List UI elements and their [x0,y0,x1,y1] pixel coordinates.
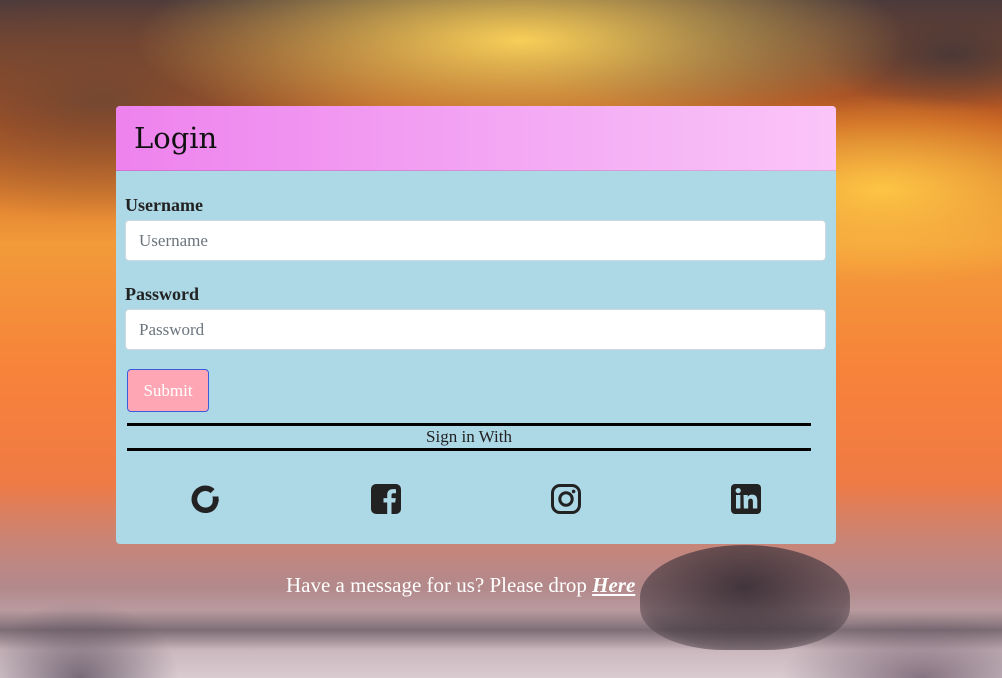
password-input[interactable] [125,309,826,350]
background-treeline [0,610,1002,650]
footer-text: Have a message for us? Please drop [286,573,593,597]
submit-button[interactable]: Submit [127,369,209,412]
social-login-row [125,451,827,521]
login-card: Login Username Password Submit Sign in W… [116,106,836,544]
contact-here-link[interactable]: Here [592,573,635,597]
instagram-icon[interactable] [550,483,582,515]
page-title: Login [134,121,218,155]
linkedin-icon[interactable] [730,483,762,515]
facebook-icon[interactable] [370,483,402,515]
username-input[interactable] [125,220,826,261]
card-body: Username Password Submit Sign in With [116,195,836,521]
password-label: Password [125,284,200,304]
background-tree [640,545,850,650]
google-icon[interactable] [189,483,221,515]
card-header: Login [116,106,836,171]
sign-in-with-label: Sign in With [426,427,512,446]
username-label: Username [125,195,203,215]
